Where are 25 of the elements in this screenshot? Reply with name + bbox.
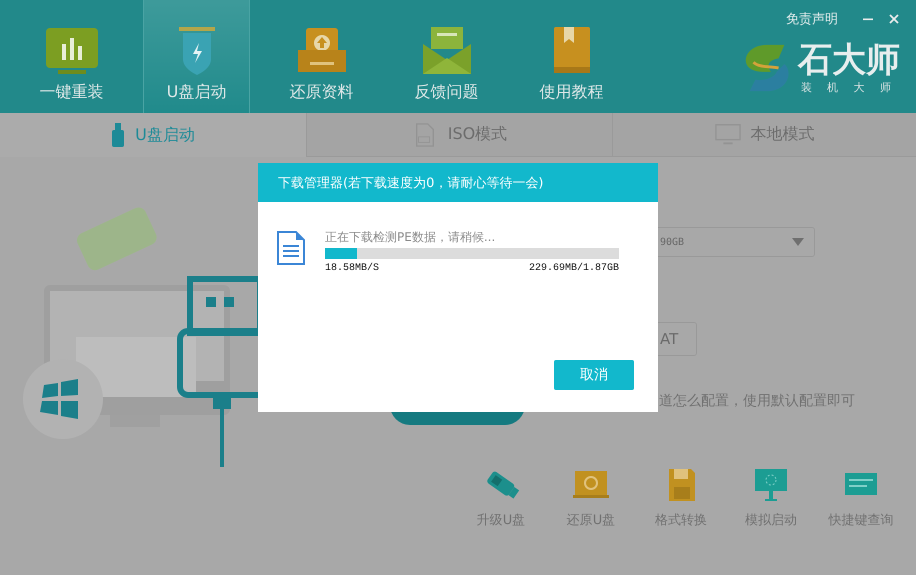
- logo-tagline: 装 机 大 师: [800, 80, 898, 95]
- document-icon: [277, 231, 305, 265]
- tool-button[interactable]: 还原U盘: [550, 467, 632, 575]
- close-icon[interactable]: [888, 13, 900, 25]
- tool-button[interactable]: 格式转换: [640, 467, 722, 575]
- download-status: 正在下载检测PE数据，请稍候...: [325, 229, 496, 246]
- download-speed: 18.58MB/S: [325, 263, 380, 274]
- nav-item[interactable]: 一键重装: [18, 0, 125, 113]
- logo-title: 石大师: [798, 40, 900, 80]
- tool-button[interactable]: 快捷键查询: [820, 467, 902, 575]
- nav-item[interactable]: U盘启动: [143, 0, 250, 113]
- mode-tab[interactable]: 本地模式: [612, 113, 916, 157]
- cancel-button[interactable]: 取消: [554, 360, 634, 390]
- download-size: 229.69MB/1.87GB: [528, 263, 619, 274]
- nav-item[interactable]: 使用教程: [518, 0, 625, 113]
- nav-item[interactable]: 还原资料: [268, 0, 375, 113]
- caret-icon: [792, 238, 804, 246]
- tool-button[interactable]: 升级U盘: [460, 467, 542, 575]
- mode-tab[interactable]: ISO模式: [306, 113, 612, 157]
- dialog-title: 下载管理器(若下载速度为0，请耐心等待一会): [278, 174, 544, 192]
- hint-text: 道怎么配置，使用默认配置即可: [659, 392, 856, 410]
- usb-drive-icon: [111, 123, 126, 147]
- tool-button[interactable]: 模拟启动: [730, 467, 812, 575]
- nav-item[interactable]: 反馈问题: [393, 0, 500, 113]
- disclaimer-link[interactable]: 免责声明: [786, 10, 838, 28]
